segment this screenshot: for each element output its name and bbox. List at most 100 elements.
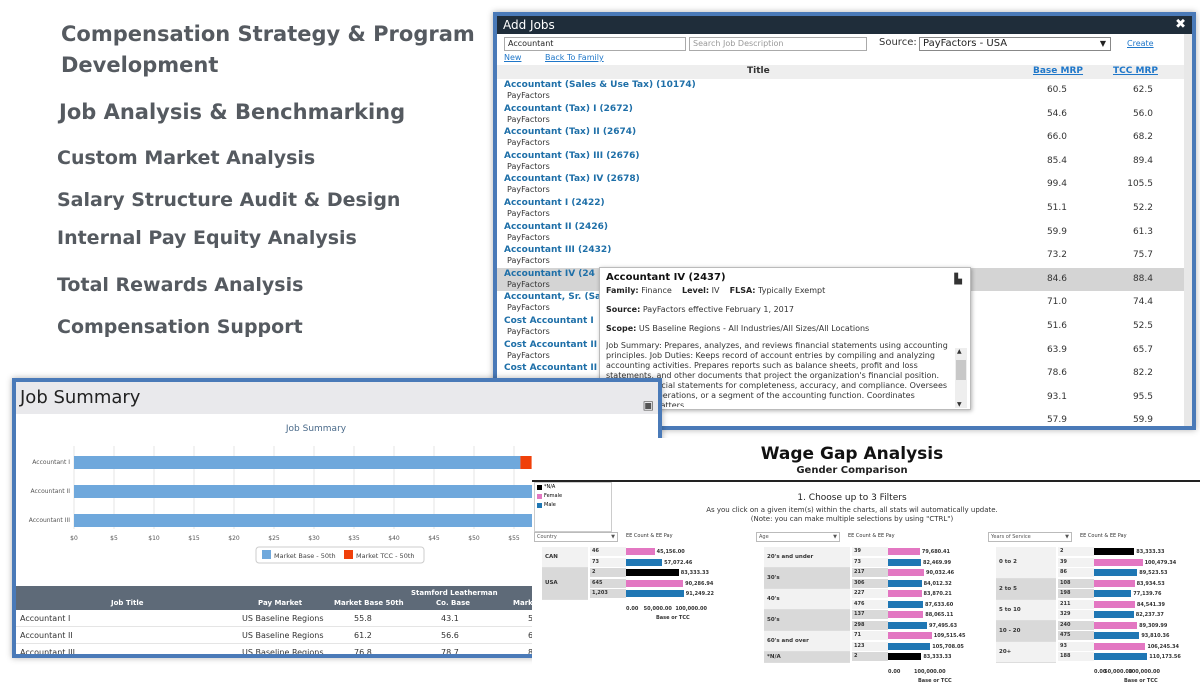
job-title-link[interactable]: Accountant (Tax) I (2672) xyxy=(504,104,633,114)
job-row[interactable]: Accountant (Tax) III (2676) PayFactors 85.… xyxy=(497,150,1192,174)
pay-bar[interactable] xyxy=(1094,642,1146,650)
pay-bar[interactable] xyxy=(888,632,932,639)
pay-bar[interactable] xyxy=(626,558,663,566)
job-source: PayFactors xyxy=(507,256,550,266)
job-title-link[interactable]: Accountant III (2432) xyxy=(504,245,611,255)
job-title-link[interactable]: Cost Accountant II xyxy=(504,340,597,350)
pay-bar[interactable] xyxy=(888,621,927,629)
job-title-link[interactable]: Accountant, Sr. (Sa xyxy=(504,292,601,302)
pay-bar[interactable] xyxy=(1094,548,1135,555)
pay-bar[interactable] xyxy=(1094,579,1135,587)
job-title-link[interactable]: Cost Accountant II xyxy=(504,363,597,373)
employee-count: 2 xyxy=(852,652,888,661)
group-label[interactable]: 5 to 10 xyxy=(996,599,1056,621)
job-title-link[interactable]: Accountant (Sales & Use Tax) (10174) xyxy=(504,80,696,90)
group-label[interactable]: 0 to 2 xyxy=(996,547,1056,579)
job-row[interactable]: Accountant (Tax) I (2672) PayFactors 54.6 5… xyxy=(497,103,1192,127)
job-title-link[interactable]: Accountant I (2422) xyxy=(504,198,605,208)
pay-bar[interactable] xyxy=(888,579,922,587)
job-row[interactable]: Accountant (Tax) IV (2678) PayFactors 99.4… xyxy=(497,173,1192,197)
job-title-link[interactable]: Accountant (Tax) III (2676) xyxy=(504,151,640,161)
tcc-mrp-value: 95.5 xyxy=(1132,391,1153,402)
pay-bar[interactable] xyxy=(626,590,684,597)
pay-bar[interactable] xyxy=(626,569,679,576)
job-title-link[interactable]: Accountant (Tax) IV (2678) xyxy=(504,174,640,184)
scope-value: US Baseline Regions - All Industries/All… xyxy=(638,324,870,333)
legend-label: Market Base - 50th xyxy=(274,552,336,560)
group-label[interactable]: 60's and over xyxy=(764,631,850,652)
source-select[interactable]: PayFactors - USA ▼ xyxy=(919,37,1111,51)
filter-dropdown[interactable]: Age ▼ xyxy=(756,532,840,542)
pay-bar[interactable] xyxy=(1094,611,1134,618)
job-search-input[interactable]: Accountant xyxy=(504,37,686,51)
scroll-up-icon[interactable]: ▲ xyxy=(957,348,962,355)
pay-bar[interactable] xyxy=(888,611,924,618)
job-title-link[interactable]: Accountant IV (24 xyxy=(504,269,595,279)
level-label: Level: xyxy=(681,286,710,295)
group-label[interactable]: CAN xyxy=(542,547,588,568)
x-tick-label: $55 xyxy=(508,535,520,542)
group-label[interactable]: 10 - 20 xyxy=(996,620,1056,642)
employee-count: 211 xyxy=(1058,599,1094,609)
group-label[interactable]: *N/A xyxy=(764,652,850,663)
pay-bar[interactable] xyxy=(1094,590,1132,597)
pay-bar[interactable] xyxy=(1094,632,1140,639)
pay-bar[interactable] xyxy=(888,600,924,608)
back-to-family-link[interactable]: Back To Family xyxy=(545,53,604,62)
base-mrp-value: 78.6 xyxy=(1046,368,1067,379)
pay-value: 106,245.34 xyxy=(1147,643,1179,650)
job-description-search-input[interactable]: Search Job Description xyxy=(689,37,867,51)
axis-tick-label: 100,000.00 xyxy=(914,668,946,675)
scroll-thumb[interactable] xyxy=(956,360,966,380)
pin-icon[interactable]: ▙ xyxy=(954,274,962,285)
pay-bar[interactable] xyxy=(888,653,922,660)
pay-bar[interactable] xyxy=(1094,621,1138,629)
job-row[interactable]: Accountant II (2426) PayFactors 59.9 61.3 xyxy=(497,221,1192,245)
job-row[interactable]: Accountant I (2422) PayFactors 51.1 52.2 xyxy=(497,197,1192,221)
base-mrp-column-header[interactable]: Base MRP xyxy=(1033,66,1083,76)
group-label[interactable]: 20's and under xyxy=(764,547,850,568)
job-row[interactable]: Accountant (Tax) II (2674) PayFactors 66.0… xyxy=(497,126,1192,150)
pay-bar[interactable] xyxy=(888,569,924,576)
job-row[interactable]: Accountant III (2432) PayFactors 73.2 75.7 xyxy=(497,244,1192,268)
employee-count: 71 xyxy=(852,631,888,640)
employee-count: 73 xyxy=(852,557,888,567)
pay-bar[interactable] xyxy=(1094,600,1135,608)
pay-market-header: Pay Market xyxy=(258,599,303,607)
filter-dropdown[interactable]: Country ▼ xyxy=(534,532,618,542)
pay-bar[interactable] xyxy=(1094,653,1148,660)
legend-item[interactable]: *N/A xyxy=(535,484,611,492)
close-icon[interactable]: ✖ xyxy=(1175,16,1186,34)
group-label[interactable]: 30's xyxy=(764,568,850,589)
job-title-link[interactable]: Accountant (Tax) II (2674) xyxy=(504,127,636,137)
pay-bar[interactable] xyxy=(1094,569,1138,576)
scroll-down-icon[interactable]: ▼ xyxy=(957,401,962,408)
job-title-link[interactable]: Cost Accountant I xyxy=(504,316,594,326)
pay-bar[interactable] xyxy=(626,548,655,555)
pay-bar[interactable] xyxy=(888,590,922,597)
job-source: PayFactors xyxy=(507,91,550,100)
axis-title: Base or TCC xyxy=(656,614,690,621)
group-label[interactable]: 20+ xyxy=(996,641,1056,663)
pay-bar[interactable] xyxy=(1094,558,1143,566)
base-mrp-value: 60.5 xyxy=(1046,85,1067,95)
group-label[interactable]: 40's xyxy=(764,589,850,610)
create-link[interactable]: Create xyxy=(1127,39,1154,48)
filter-dropdown[interactable]: Years of Service ▼ xyxy=(988,532,1072,542)
job-row[interactable]: Accountant (Sales & Use Tax) (10174) PayF… xyxy=(497,79,1192,103)
job-title-link[interactable]: Accountant II (2426) xyxy=(504,222,608,232)
group-label[interactable]: 50's xyxy=(764,610,850,631)
excel-export-icon[interactable]: ▣ xyxy=(643,398,654,412)
popup-scrollbar[interactable]: ▲ ▼ xyxy=(955,348,967,408)
pay-bar[interactable] xyxy=(626,579,684,587)
group-label[interactable]: 2 to 5 xyxy=(996,578,1056,600)
market-base-cell: 55.8 xyxy=(354,614,372,623)
new-link[interactable]: New xyxy=(504,53,521,62)
pay-bar[interactable] xyxy=(888,548,920,555)
tcc-mrp-column-header[interactable]: TCC MRP xyxy=(1113,66,1158,76)
group-label[interactable]: USA xyxy=(542,568,588,600)
pay-bar[interactable] xyxy=(888,558,921,566)
pay-bar[interactable] xyxy=(888,642,931,650)
flsa-label: FLSA: xyxy=(729,286,756,295)
scrollbar[interactable] xyxy=(1184,34,1192,426)
